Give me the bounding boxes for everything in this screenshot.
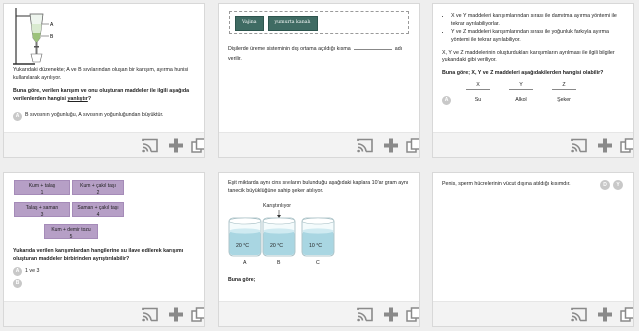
label-b: B xyxy=(50,34,54,40)
fade-overlay xyxy=(4,289,204,301)
copy-icon[interactable] xyxy=(620,307,634,322)
card-body: Kum + talaş 1 Kum + çakıl taşı 2 Talaş + s… xyxy=(4,173,204,301)
card-body: Penis, sperm hücrelerinin vücut dışına a… xyxy=(433,173,633,301)
mixture-tile-5: Kum + demir tozu 5 xyxy=(44,224,98,240)
info-bullet: Y ve Z maddeleri karışımlarından sırası … xyxy=(451,29,624,44)
option-letter: B xyxy=(13,279,22,289)
card-footer xyxy=(219,301,419,326)
info-text: X, Y ve Z maddelerinin oluşturdukları ka… xyxy=(442,49,615,64)
cast-icon[interactable] xyxy=(571,138,587,153)
plus-icon[interactable] xyxy=(168,307,184,322)
false-badge[interactable]: Y xyxy=(613,180,623,190)
beaker-b-temp: 20 °C xyxy=(270,243,284,249)
plus-icon[interactable] xyxy=(168,138,184,153)
fade-overlay xyxy=(433,120,633,132)
card-footer xyxy=(219,132,419,157)
col-y: Y xyxy=(509,82,533,91)
label-a: A xyxy=(50,22,54,28)
beaker-b xyxy=(262,217,296,257)
plus-icon[interactable] xyxy=(383,138,399,153)
card-footer xyxy=(4,301,204,326)
cast-icon[interactable] xyxy=(142,138,158,153)
option-text: B sıvısının yoğunluğu, A sıvısının yoğun… xyxy=(25,112,164,119)
answer-choice-box: Vajina yumurta kanalı xyxy=(229,11,409,34)
option-cell: Alkol xyxy=(515,96,527,103)
question-intro: Eşit miktarda aynı cins sıvıların bulund… xyxy=(228,180,409,194)
col-x: X xyxy=(466,82,490,91)
info-bullet: X ve Y maddeleri karışımlarından sırası … xyxy=(451,13,624,28)
question-card-3[interactable]: X ve Y maddeleri karışımlarından sırası … xyxy=(432,3,634,158)
fill-sentence-start: Dişilerde üreme sisteminin dış ortama aç… xyxy=(228,46,351,52)
card-body: X ve Y maddeleri karışımlarından sırası … xyxy=(433,4,633,132)
beaker-c xyxy=(301,217,335,257)
plus-icon[interactable] xyxy=(383,307,399,322)
option-a[interactable]: A B sıvısının yoğunluğu, A sıvısının yoğ… xyxy=(13,111,195,121)
beaker-c-temp: 10 °C xyxy=(309,243,323,249)
question-card-1[interactable]: A B Yukarıdaki düzenekte; A ve B sıvılar… xyxy=(3,3,205,158)
beaker-a-temp: 20 °C xyxy=(236,243,250,249)
mixture-tile-1: Kum + talaş 1 xyxy=(14,180,70,196)
question-text: Penis, sperm hücrelerinin vücut dışına a… xyxy=(442,181,571,187)
question-text: Buna göre; X, Y ve Z maddeleri aşağıdaki… xyxy=(442,70,604,77)
choice-button-1[interactable]: Vajina xyxy=(235,16,264,31)
question-text: Buna göre, verilen karışım ve onu oluştu… xyxy=(13,88,190,103)
card-body: A B Yukarıdaki düzenekte; A ve B sıvılar… xyxy=(4,4,204,132)
cast-icon[interactable] xyxy=(357,307,373,322)
plus-icon[interactable] xyxy=(597,138,613,153)
card-footer xyxy=(433,132,633,157)
question-text: Yukarıda verilen karışımlardan hangileri… xyxy=(13,248,184,262)
beaker-a-label: A xyxy=(243,260,247,266)
card-body: Vajina yumurta kanalı Dişilerde üreme sis… xyxy=(219,4,419,132)
option-b[interactable]: B xyxy=(13,279,195,289)
question-text: Buna göre; xyxy=(228,277,256,283)
mixture-tile-4: Saman + çakıl taşı 4 xyxy=(72,202,124,218)
option-letter: A xyxy=(13,111,22,121)
question-card-6[interactable]: Penis, sperm hücrelerinin vücut dışına a… xyxy=(432,172,634,327)
question-card-2[interactable]: Vajina yumurta kanalı Dişilerde üreme sis… xyxy=(218,3,420,158)
mixture-tile-2: Kum + çakıl taşı 2 xyxy=(72,180,124,196)
cast-icon[interactable] xyxy=(142,307,158,322)
beaker-a xyxy=(228,217,262,257)
beaker-b-label: B xyxy=(277,260,281,266)
option-letter: A xyxy=(13,267,22,277)
col-z: Z xyxy=(552,82,576,91)
true-badge[interactable]: D xyxy=(600,180,610,190)
answer-table-header: X Y Z xyxy=(442,82,624,92)
copy-icon[interactable] xyxy=(406,307,420,322)
card-body: Eşit miktarda aynı cins sıvıların bulund… xyxy=(219,173,419,301)
fill-blank-slot[interactable] xyxy=(353,45,392,50)
mixture-tile-3: Talaş + saman 3 xyxy=(14,202,70,218)
cast-icon[interactable] xyxy=(357,138,373,153)
option-cell: Şeker xyxy=(557,96,571,103)
copy-icon[interactable] xyxy=(406,138,420,153)
card-footer xyxy=(433,301,633,326)
beaker-c-label: C xyxy=(316,260,320,266)
question-intro: Yukarıdaki düzenekte; A ve B sıvılarında… xyxy=(13,67,189,81)
option-text: 1 ve 3 xyxy=(25,268,40,274)
option-cell: Su xyxy=(474,96,482,103)
plus-icon[interactable] xyxy=(597,307,613,322)
option-a[interactable]: A Su Alkol Şeker xyxy=(442,95,624,107)
question-card-4[interactable]: Kum + talaş 1 Kum + çakıl taşı 2 Talaş + s… xyxy=(3,172,205,327)
copy-icon[interactable] xyxy=(191,138,205,153)
question-emphasis: yanlıştır xyxy=(67,96,88,103)
copy-icon[interactable] xyxy=(620,138,634,153)
info-list: X ve Y maddeleri karışımlarından sırası … xyxy=(442,13,624,45)
question-card-5[interactable]: Eşit miktarda aynı cins sıvıların bulund… xyxy=(218,172,420,327)
cast-icon[interactable] xyxy=(571,307,587,322)
option-a[interactable]: A 1 ve 3 xyxy=(13,267,195,277)
copy-icon[interactable] xyxy=(191,307,205,322)
card-footer xyxy=(4,132,204,157)
choice-button-2[interactable]: yumurta kanalı xyxy=(267,16,318,31)
option-letter: A xyxy=(442,95,451,105)
separating-funnel-diagram: A B xyxy=(13,8,54,65)
